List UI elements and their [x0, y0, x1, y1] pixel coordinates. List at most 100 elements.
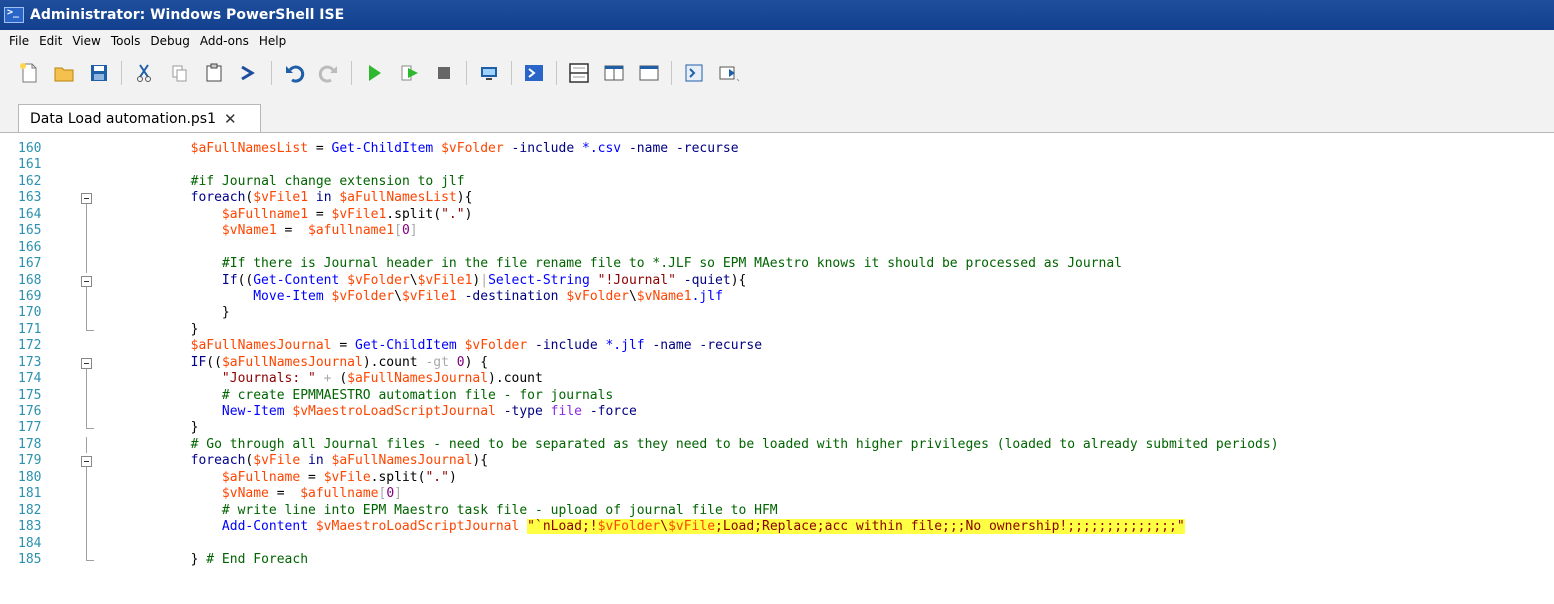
menu-debug[interactable]: Debug: [145, 34, 194, 48]
code-line[interactable]: #If there is Journal header in the file …: [128, 256, 1548, 272]
code-line[interactable]: # write line into EPM Maestro task file …: [128, 503, 1548, 519]
code-line[interactable]: $aFullNamesJournal = Get-ChildItem $vFol…: [128, 338, 1548, 354]
code-line[interactable]: New-Item $vMaestroLoadScriptJournal -typ…: [128, 404, 1548, 420]
code-line[interactable]: } # End Foreach: [128, 552, 1548, 568]
code-token: -type: [503, 404, 543, 419]
code-token: IF: [190, 354, 207, 370]
code-token: ){: [730, 272, 747, 288]
code-line[interactable]: [128, 240, 1548, 256]
code-line[interactable]: Move-Item $vFolder\$vFile1 -destination …: [128, 289, 1548, 305]
stop-icon[interactable]: [429, 58, 459, 88]
code-token: $aFullNamesJournal: [347, 371, 489, 387]
fold-guide: [86, 387, 87, 404]
menu-help[interactable]: Help: [254, 34, 291, 48]
show-script-max-icon[interactable]: [634, 58, 664, 88]
code-line[interactable]: foreach($vFile in $aFullNamesJournal){: [128, 453, 1548, 469]
gutter-row: 178: [0, 436, 120, 454]
tab-data-load-automation[interactable]: Data Load automation.ps1 ✕: [18, 104, 261, 133]
redo-icon[interactable]: [314, 58, 344, 88]
show-script-right-icon[interactable]: [599, 58, 629, 88]
start-powershell-icon[interactable]: [519, 58, 549, 88]
window-title: Administrator: Windows PowerShell ISE: [30, 7, 345, 23]
code-token: -name: [652, 338, 692, 354]
code-token: ;Load;Replace;acc within file;;;No owner…: [715, 519, 1185, 535]
code-line[interactable]: }: [128, 322, 1548, 338]
code-token: =: [268, 486, 301, 502]
code-line[interactable]: # Go through all Journal files - need to…: [128, 437, 1548, 453]
code-line[interactable]: $vName = $afullname[0]: [128, 486, 1548, 502]
close-tab-icon[interactable]: ✕: [224, 110, 237, 128]
save-icon[interactable]: [84, 58, 114, 88]
collapse-region-icon[interactable]: [81, 193, 92, 205]
show-addon-icon[interactable]: [714, 58, 744, 88]
code-token: Get-Content: [253, 272, 340, 288]
gutter-row: 172: [0, 338, 120, 354]
code-area[interactable]: $aFullNamesList = Get-ChildItem $vFolder…: [128, 141, 1548, 568]
fold-guide: [86, 486, 87, 503]
undo-icon[interactable]: [279, 58, 309, 88]
toolbar-separator: [511, 61, 512, 85]
code-line[interactable]: If((Get-Content $vFolder\$vFile1)|Select…: [128, 273, 1548, 289]
menu-view[interactable]: View: [67, 34, 105, 48]
code-line[interactable]: IF(($aFullNamesJournal).count -gt 0) {: [128, 355, 1548, 371]
run-selection-icon[interactable]: [394, 58, 424, 88]
gutter-row: 177: [0, 420, 120, 436]
code-token: }: [190, 420, 199, 436]
new-remote-tab-icon[interactable]: [474, 58, 504, 88]
code-token: $vName1: [636, 288, 692, 304]
collapse-region-icon[interactable]: [81, 275, 92, 287]
menu-add-ons[interactable]: Add-ons: [195, 34, 254, 48]
collapse-region-icon[interactable]: [81, 357, 92, 369]
code-token: (: [331, 371, 348, 387]
show-script-top-icon[interactable]: [564, 58, 594, 88]
code-line[interactable]: # create EPMMAESTRO automation file - fo…: [128, 388, 1548, 404]
menu-tools[interactable]: Tools: [106, 34, 146, 48]
new-file-icon[interactable]: [14, 58, 44, 88]
code-token: -quiet: [683, 272, 731, 288]
code-line[interactable]: $aFullname = $vFile.split("."): [128, 470, 1548, 486]
line-number: 169: [18, 288, 42, 304]
gutter-row: 161: [0, 157, 120, 173]
run-script-icon[interactable]: [359, 58, 389, 88]
code-token: ){: [456, 190, 473, 206]
code-line[interactable]: #if Journal change extension to jlf: [128, 174, 1548, 190]
open-folder-icon[interactable]: [49, 58, 79, 88]
code-line[interactable]: $vName1 = $afullname1[0]: [128, 223, 1548, 239]
code-line[interactable]: }: [128, 305, 1548, 321]
code-token: $vName: [221, 486, 269, 502]
paste-icon[interactable]: [199, 58, 229, 88]
code-line[interactable]: }: [128, 420, 1548, 436]
code-line[interactable]: foreach($vFile1 in $aFullNamesList){: [128, 190, 1548, 206]
cut-icon[interactable]: [129, 58, 159, 88]
show-commands-icon[interactable]: [679, 58, 709, 88]
script-editor[interactable]: 160 161 162 163 164 165 166 167 168 169 170 171 172 1…: [0, 132, 1554, 604]
code-line[interactable]: [128, 157, 1548, 173]
line-number: 182: [18, 502, 42, 518]
code-token: Select-String: [488, 272, 590, 288]
clear-console-icon[interactable]: [234, 58, 264, 88]
code-token: $vFile: [323, 469, 371, 485]
gutter-row: 181: [0, 486, 120, 503]
code-token: $vFile1: [401, 288, 457, 304]
code-line[interactable]: $aFullNamesList = Get-ChildItem $vFolder…: [128, 141, 1548, 157]
code-line[interactable]: "Journals: " + ($aFullNamesJournal).coun…: [128, 371, 1548, 387]
code-line[interactable]: [128, 536, 1548, 552]
code-token: \: [394, 288, 402, 304]
code-line[interactable]: Add-Content $vMaestroLoadScriptJournal "…: [128, 519, 1548, 535]
copy-icon[interactable]: [164, 58, 194, 88]
fold-guide: [86, 436, 87, 454]
menu-file[interactable]: File: [4, 34, 34, 48]
line-number: 184: [18, 535, 42, 551]
line-number: 164: [18, 206, 42, 222]
line-number: 179: [18, 453, 42, 469]
menu-edit[interactable]: Edit: [34, 34, 67, 48]
code-line[interactable]: $aFullname1 = $vFile1.split("."): [128, 207, 1548, 223]
line-number: 180: [18, 469, 42, 485]
line-number: 170: [18, 305, 42, 321]
fold-guide: [86, 519, 87, 536]
line-number: 176: [18, 404, 42, 419]
collapse-region-icon[interactable]: [81, 456, 92, 468]
